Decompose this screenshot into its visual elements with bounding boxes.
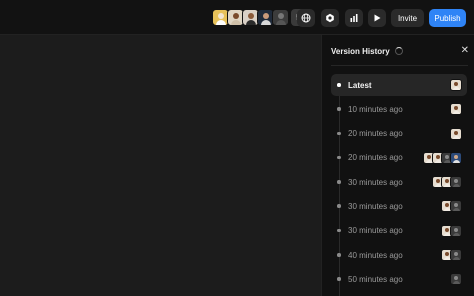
version-authors <box>450 79 462 91</box>
publish-button[interactable]: Publish <box>429 9 466 27</box>
avatar <box>450 103 462 116</box>
version-label: 40 minutes ago <box>348 250 403 260</box>
timeline-dot-icon <box>337 204 341 208</box>
version-item[interactable]: 20 minutes ago <box>331 123 467 145</box>
play-icon <box>374 14 381 22</box>
avatar <box>450 127 462 140</box>
timeline-dot-icon <box>337 155 341 160</box>
globe-button[interactable] <box>297 9 315 27</box>
version-authors <box>441 224 462 237</box>
version-authors <box>450 103 462 116</box>
component-button[interactable] <box>321 9 339 27</box>
version-item[interactable]: 20 minutes ago <box>331 147 467 169</box>
invite-button[interactable]: Invite <box>391 9 424 27</box>
top-toolbar: 54 Invite Publish <box>0 0 474 35</box>
avatar <box>450 176 462 189</box>
version-label: 20 minutes ago <box>348 153 403 163</box>
version-authors <box>450 273 462 286</box>
avatar <box>450 249 462 262</box>
timeline-dot-icon <box>337 131 341 136</box>
avatar <box>450 200 462 213</box>
preview-button[interactable] <box>368 9 386 27</box>
version-item[interactable]: 30 minutes ago <box>331 171 467 193</box>
close-icon[interactable]: ✕ <box>461 44 469 58</box>
avatar <box>450 151 462 164</box>
timeline-dot-icon <box>337 107 341 111</box>
version-label: 10 minutes ago <box>348 104 403 114</box>
collaborator-avatars[interactable]: 54 <box>212 9 310 27</box>
version-item[interactable]: 40 minutes ago <box>331 244 467 266</box>
version-item[interactable]: 10 minutes ago <box>331 98 467 120</box>
timeline-dot-icon <box>337 277 341 281</box>
version-item[interactable]: Latest <box>331 74 467 96</box>
version-authors <box>450 127 462 140</box>
bar-chart-icon <box>350 14 358 22</box>
version-authors <box>432 176 462 189</box>
version-authors <box>423 151 462 164</box>
divider <box>331 65 468 66</box>
panel-header: Version History ✕ <box>331 44 469 58</box>
avatar <box>450 224 462 237</box>
version-authors <box>441 249 462 262</box>
editor-canvas[interactable] <box>0 35 321 296</box>
version-item[interactable]: 30 minutes ago <box>331 195 467 217</box>
version-item[interactable]: 30 minutes ago <box>331 220 467 242</box>
hexagon-icon <box>326 13 334 23</box>
analytics-button[interactable] <box>345 9 363 27</box>
timeline-dot-icon <box>337 180 341 184</box>
version-label: 20 minutes ago <box>348 129 403 139</box>
avatar[interactable] <box>272 9 289 26</box>
version-authors <box>441 200 462 213</box>
version-label: 50 minutes ago <box>348 274 403 284</box>
loading-spinner-icon <box>394 47 403 55</box>
version-label: Latest <box>348 80 372 90</box>
timeline-dot-icon <box>337 253 341 257</box>
timeline-dot-icon <box>337 83 341 87</box>
globe-icon <box>301 13 311 23</box>
panel-title: Version History <box>331 46 390 56</box>
version-label: 30 minutes ago <box>348 177 403 187</box>
avatar <box>450 79 462 91</box>
version-list: Latest 10 minutes ago 20 minutes ago 20 min… <box>331 74 467 293</box>
version-history-panel: Version History ✕ Latest 10 minutes ago 20… <box>321 35 474 296</box>
timeline-dot-icon <box>337 228 341 233</box>
version-item[interactable]: 50 minutes ago <box>331 268 467 290</box>
avatar <box>450 273 462 286</box>
version-label: 30 minutes ago <box>348 201 403 211</box>
version-label: 30 minutes ago <box>348 226 403 236</box>
